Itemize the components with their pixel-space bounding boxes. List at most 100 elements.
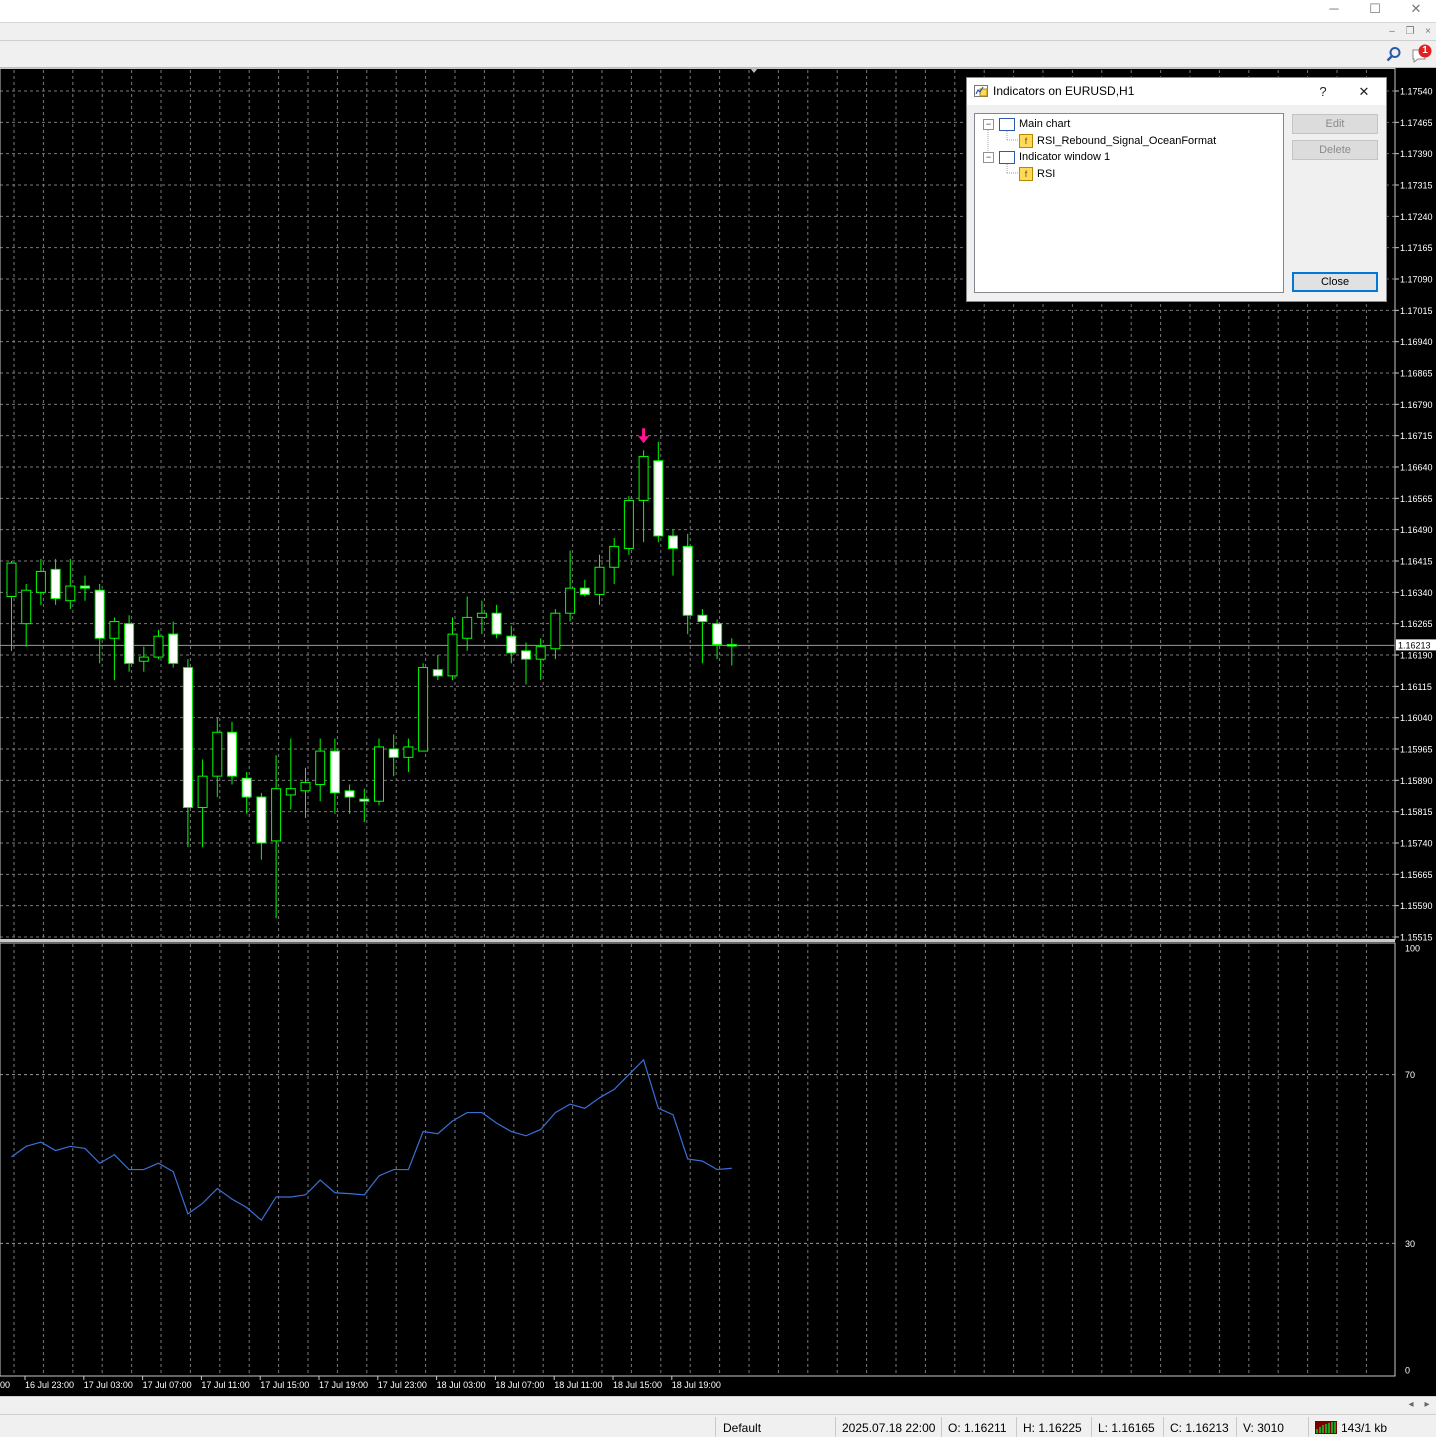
status-separator	[941, 1417, 942, 1437]
candle-body	[80, 585, 90, 589]
status-traffic: 143/1 kb	[1341, 1421, 1388, 1435]
price-axis-label: 1.17540	[1400, 87, 1433, 97]
chart-window-icon	[999, 118, 1015, 131]
search-icon[interactable]	[1386, 46, 1402, 62]
status-bar: Default 2025.07.18 22:00 O: 1.16211 H: 1…	[0, 1414, 1436, 1437]
collapse-icon[interactable]: −	[983, 152, 994, 163]
status-profile[interactable]: Default	[723, 1419, 761, 1437]
close-window-button[interactable]: ✕	[1396, 0, 1436, 22]
rsi-axis-label: 30	[1405, 1239, 1415, 1249]
status-separator	[1163, 1417, 1164, 1437]
candle-body	[565, 587, 576, 614]
indicators-dialog[interactable]: Indicators on EURUSD,H1 ? ✕ − Main chart…	[966, 77, 1387, 302]
tree-item-label: Indicator window 1	[1019, 151, 1111, 163]
status-high: H: 1.16225	[1023, 1421, 1082, 1435]
candle-body	[359, 798, 370, 802]
close-button[interactable]: Close	[1292, 272, 1378, 292]
rsi-pane-frame	[0, 942, 1396, 1377]
minimize-button[interactable]: ─	[1314, 0, 1354, 22]
rsi-axis-label: 70	[1405, 1070, 1415, 1080]
menu-bar	[0, 23, 1436, 41]
candle-body	[432, 669, 443, 677]
price-axis-label: 1.16640	[1400, 463, 1433, 473]
status-low: L: 1.16165	[1098, 1421, 1155, 1435]
notification-count: 1	[1422, 45, 1428, 56]
price-axis-label: 1.15515	[1400, 933, 1433, 943]
candle-body	[623, 499, 634, 549]
candle-body	[609, 545, 620, 568]
candle-body	[579, 587, 590, 595]
sell-signal-arrow	[638, 428, 650, 444]
time-axis-label: 16 Jul 23:00	[25, 1380, 74, 1390]
delete-button[interactable]: Delete	[1292, 140, 1378, 160]
candle-body	[374, 746, 384, 802]
candle-body	[491, 612, 502, 635]
candle-body	[197, 775, 208, 808]
indicator-tree[interactable]: − Main chart f RSI_Rebound_Signal_OceanF…	[974, 113, 1284, 293]
time-axis-label: 17 Jul 07:00	[143, 1380, 192, 1390]
candle-body	[388, 748, 399, 758]
time-axis-label: 18 Jul 15:00	[613, 1380, 662, 1390]
indicators-dialog-icon	[974, 85, 988, 97]
current-price-label: 1.16213	[1398, 640, 1431, 650]
price-axis-label: 1.17465	[1400, 118, 1433, 128]
candle-body	[712, 623, 723, 646]
price-axis-label: 1.16415	[1400, 557, 1433, 567]
time-axis-label: 18 Jul 07:00	[495, 1380, 544, 1390]
chart-scrollbar[interactable]: ◂ ▸	[0, 1396, 1436, 1414]
candle-body	[462, 616, 473, 639]
candle-body	[124, 623, 135, 664]
candle-body	[138, 656, 149, 662]
indicator-icon: f	[1019, 167, 1033, 181]
status-open: O: 1.16211	[948, 1421, 1007, 1435]
price-axis-label: 1.16040	[1400, 713, 1433, 723]
candle-body	[682, 545, 693, 616]
scroll-left-button[interactable]: ◂	[1404, 1398, 1418, 1412]
candle-body	[168, 633, 179, 664]
candle-body	[153, 635, 164, 658]
dialog-titlebar[interactable]: Indicators on EURUSD,H1 ? ✕	[967, 78, 1386, 105]
mdi-restore-button[interactable]: ❐	[1402, 23, 1418, 40]
candle-body	[653, 460, 664, 537]
price-axis-label: 1.16940	[1400, 337, 1433, 347]
price-axis-label: 1.16265	[1400, 619, 1433, 629]
status-separator	[1016, 1417, 1017, 1437]
rsi-axis-label: 0	[1405, 1366, 1410, 1376]
candle-body	[256, 796, 267, 844]
custom-indicator-icon: f	[1019, 134, 1033, 148]
candle-body	[506, 635, 517, 654]
candle-body	[35, 570, 46, 593]
candle-body	[241, 777, 252, 798]
dialog-help-button[interactable]: ?	[1313, 82, 1333, 102]
status-separator	[715, 1417, 716, 1437]
tree-item-label: Main chart	[1019, 118, 1071, 130]
status-separator	[1308, 1417, 1309, 1437]
scroll-right-button[interactable]: ▸	[1420, 1398, 1434, 1412]
chart-shift-marker	[750, 68, 758, 73]
mdi-minimize-button[interactable]: –	[1384, 23, 1400, 40]
status-volume: V: 3010	[1243, 1421, 1284, 1435]
price-axis-label: 1.17015	[1400, 306, 1433, 316]
candle-body	[476, 612, 487, 618]
connection-bars-icon[interactable]	[1315, 1421, 1337, 1434]
candle-body	[300, 781, 311, 792]
time-axis-label: 17 Jul 15:00	[260, 1380, 309, 1390]
candle-body	[344, 790, 355, 798]
price-axis-label: 1.16190	[1400, 651, 1433, 661]
edit-button[interactable]: Edit	[1292, 114, 1378, 134]
time-axis-label: 17 Jul 23:00	[378, 1380, 427, 1390]
time-axis-label: 17 Jul 03:00	[84, 1380, 133, 1390]
price-axis-label: 1.17090	[1400, 275, 1433, 285]
candle-body	[418, 667, 429, 752]
mdi-close-button[interactable]: ×	[1420, 23, 1436, 40]
price-axis-label: 1.17315	[1400, 181, 1433, 191]
dialog-close-icon[interactable]: ✕	[1354, 82, 1374, 102]
candle-body	[50, 568, 61, 600]
dialog-title: Indicators on EURUSD,H1	[993, 84, 1135, 98]
candle-body	[697, 614, 708, 623]
candle-body	[521, 650, 531, 660]
terminal-titlebar: ─ ☐ ✕	[0, 0, 1436, 23]
maximize-button[interactable]: ☐	[1355, 0, 1395, 22]
price-axis-label: 1.16715	[1400, 431, 1433, 441]
collapse-icon[interactable]: −	[983, 119, 994, 130]
